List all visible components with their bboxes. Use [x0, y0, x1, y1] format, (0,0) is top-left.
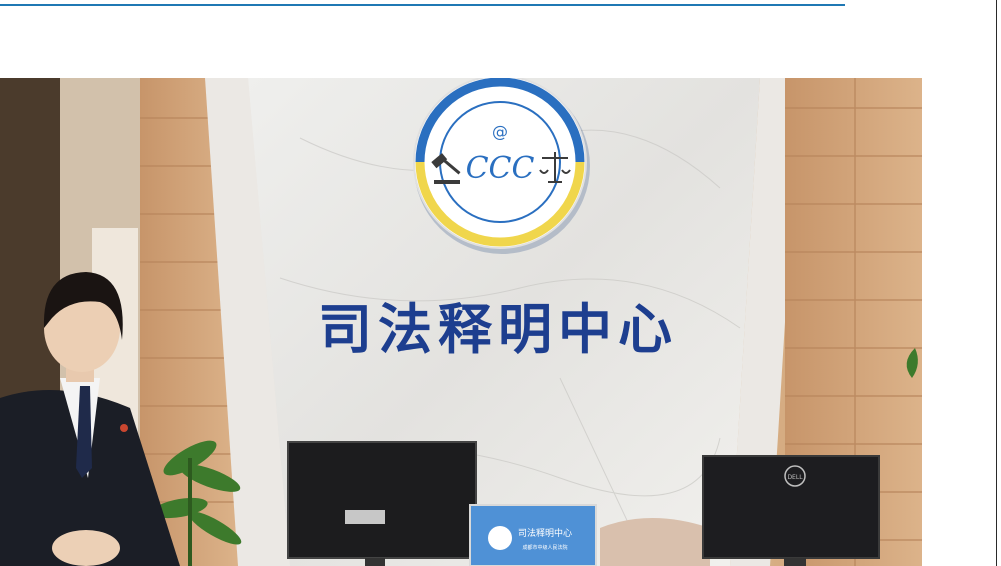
office-photo: @ CCC 司法释明中心 司法释明中心 成都市中级人民法院 DELL	[0, 78, 922, 566]
monitor-brand: DELL	[787, 474, 803, 481]
sign-text: 司法释明中心	[318, 298, 678, 361]
right-rule	[996, 0, 997, 566]
logo-letters: CCC	[466, 151, 535, 186]
photo-illustration: @ CCC 司法释明中心 司法释明中心 成都市中级人民法院 DELL	[0, 78, 922, 566]
info-screen: 司法释明中心 成都市中级人民法院	[469, 504, 597, 566]
screen-subtitle: 成都市中级人民法院	[522, 544, 567, 551]
chair	[600, 518, 710, 566]
right-monitor: DELL	[702, 455, 880, 566]
left-monitor	[287, 441, 477, 566]
court-logo: @ CCC	[413, 78, 590, 254]
screen-title: 司法释明中心	[518, 527, 572, 539]
at-icon: @	[492, 122, 508, 141]
top-rule	[0, 4, 845, 6]
